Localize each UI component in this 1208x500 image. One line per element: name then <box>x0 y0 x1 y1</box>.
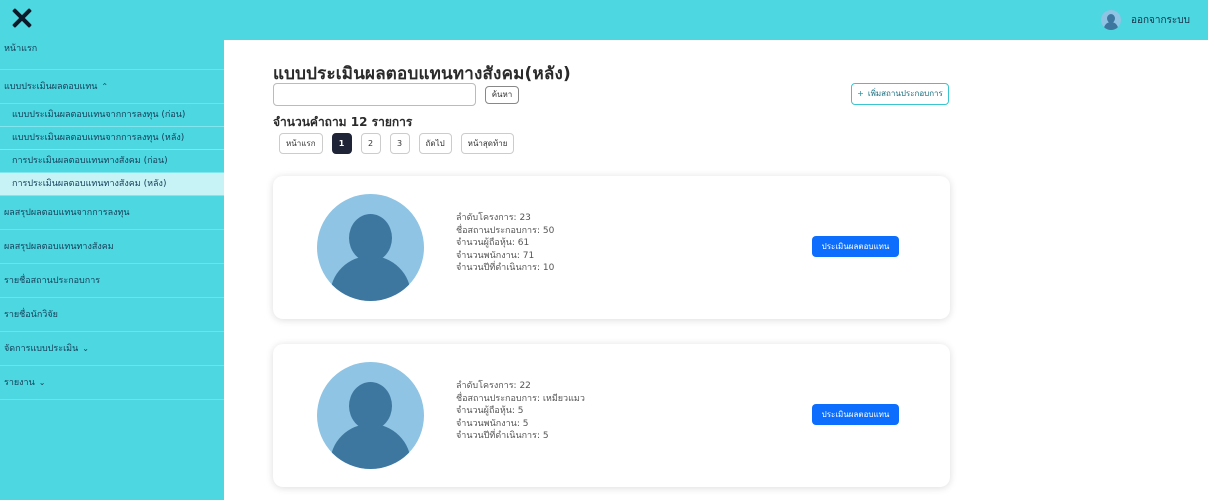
add-company-label: เพิ่มสถานประกอบการ <box>867 89 943 98</box>
chevron-down-icon: ⌄ <box>82 344 89 353</box>
sidebar-subitem-investment-before[interactable]: แบบประเมินผลตอบแทนจากการลงทุน (ก่อน) <box>0 104 224 127</box>
sidebar-group-manage[interactable]: จัดการแบบประเมิน ⌄ <box>0 332 224 366</box>
sidebar-item-label: การประเมินผลตอบแทนทางสังคม (ก่อน) <box>12 156 168 166</box>
sidebar-item-label: แบบประเมินผลตอบแทนจากการลงทุน (ก่อน) <box>12 110 186 120</box>
chevron-down-icon: ⌄ <box>38 378 46 387</box>
employee-count: จำนวนพนักงาน: 5 <box>456 418 529 429</box>
sidebar: หน้าแรก แบบประเมินผลตอบแทน ⌃ แบบประเมินผล… <box>0 40 224 500</box>
pagination: หน้าแรก 1 2 3 ถัดไป หน้าสุดท้าย <box>279 133 515 154</box>
sidebar-item-label: จัดการแบบประเมิน <box>4 344 79 354</box>
sidebar-item-label: รายชื่อสถานประกอบการ <box>4 276 101 286</box>
avatar-icon <box>317 194 424 301</box>
years-in-operation: จำนวนปีที่ดำเนินการ: 5 <box>456 431 549 441</box>
sidebar-item-label: รายชื่อนักวิจัย <box>4 310 58 320</box>
project-card: ลำดับโครงการ: 22 ชื่อสถานประกอบการ: เหมี… <box>273 344 950 487</box>
sidebar-item-label: รายงาน <box>4 378 35 388</box>
company-name: ชื่อสถานประกอบการ: เหมียวแมว <box>456 393 585 404</box>
sidebar-subitem-social-after[interactable]: การประเมินผลตอบแทนทางสังคม (หลัง) <box>0 173 224 196</box>
project-info: ลำดับโครงการ: 23 ชื่อสถานประกอบการ: 50 จ… <box>456 212 554 275</box>
search-input[interactable] <box>273 83 476 106</box>
close-icon[interactable] <box>7 4 37 34</box>
page-2-button[interactable]: 2 <box>360 133 381 154</box>
sidebar-item-investment-summary[interactable]: ผลสรุปผลตอบแทนจากการลงทุน <box>0 196 224 230</box>
sidebar-subitem-social-before[interactable]: การประเมินผลตอบแทนทางสังคม (ก่อน) <box>0 150 224 173</box>
chevron-up-icon: ⌃ <box>101 82 109 91</box>
sidebar-item-label: แบบประเมินผลตอบแทน <box>4 82 98 92</box>
plus-icon: + <box>857 89 864 98</box>
project-order: ลำดับโครงการ: 22 <box>456 381 531 391</box>
sidebar-item-home[interactable]: หน้าแรก <box>0 40 224 70</box>
sidebar-item-label: แบบประเมินผลตอบแทนจากการลงทุน (หลัง) <box>12 133 185 143</box>
years-in-operation: จำนวนปีที่ดำเนินการ: 10 <box>456 263 555 273</box>
page-first-button[interactable]: หน้าแรก <box>279 133 323 154</box>
page-3-button[interactable]: 3 <box>389 133 410 154</box>
sidebar-item-label: ผลสรุปผลตอบแทนทางสังคม <box>4 242 114 252</box>
sidebar-group-evaluation[interactable]: แบบประเมินผลตอบแทน ⌃ <box>0 70 224 104</box>
shareholder-count: จำนวนผู้ถือหุ้น: 5 <box>456 406 524 416</box>
avatar-icon <box>317 362 424 469</box>
employee-count: จำนวนพนักงาน: 71 <box>456 250 535 261</box>
page-1-button[interactable]: 1 <box>331 133 352 154</box>
sidebar-subitem-investment-after[interactable]: แบบประเมินผลตอบแทนจากการลงทุน (หลัง) <box>0 127 224 150</box>
sidebar-item-company-list[interactable]: รายชื่อสถานประกอบการ <box>0 264 224 298</box>
top-bar: ออกจากระบบ <box>0 0 1208 40</box>
sidebar-item-label: ผลสรุปผลตอบแทนจากการลงทุน <box>4 208 130 218</box>
project-card: ลำดับโครงการ: 23 ชื่อสถานประกอบการ: 50 จ… <box>273 176 950 319</box>
page-next-button[interactable]: ถัดไป <box>418 133 452 154</box>
sidebar-group-report[interactable]: รายงาน ⌄ <box>0 366 224 400</box>
question-count: จำนวนคำถาม 12 รายการ <box>273 115 413 129</box>
add-company-button[interactable]: + เพิ่มสถานประกอบการ <box>851 83 949 105</box>
user-area: ออกจากระบบ <box>1100 10 1190 30</box>
page-last-button[interactable]: หน้าสุดท้าย <box>460 133 515 154</box>
project-order: ลำดับโครงการ: 23 <box>456 213 531 223</box>
project-info: ลำดับโครงการ: 22 ชื่อสถานประกอบการ: เหมี… <box>456 380 585 443</box>
company-name: ชื่อสถานประกอบการ: 50 <box>456 225 555 236</box>
shareholder-count: จำนวนผู้ถือหุ้น: 61 <box>456 238 530 248</box>
sidebar-item-label: การประเมินผลตอบแทนทางสังคม (หลัง) <box>12 179 167 189</box>
search-button[interactable]: ค้นหา <box>485 86 519 104</box>
avatar-icon[interactable] <box>1100 10 1121 30</box>
logout-link[interactable]: ออกจากระบบ <box>1131 13 1190 28</box>
sidebar-item-researcher-list[interactable]: รายชื่อนักวิจัย <box>0 298 224 332</box>
sidebar-item-social-summary[interactable]: ผลสรุปผลตอบแทนทางสังคม <box>0 230 224 264</box>
evaluate-button[interactable]: ประเมินผลตอบแทน <box>812 404 899 425</box>
evaluate-button[interactable]: ประเมินผลตอบแทน <box>812 236 899 257</box>
sidebar-item-label: หน้าแรก <box>4 44 38 54</box>
main-content: แบบประเมินผลตอบแทนทางสังคม(หลัง) ค้นหา +… <box>224 40 1208 500</box>
